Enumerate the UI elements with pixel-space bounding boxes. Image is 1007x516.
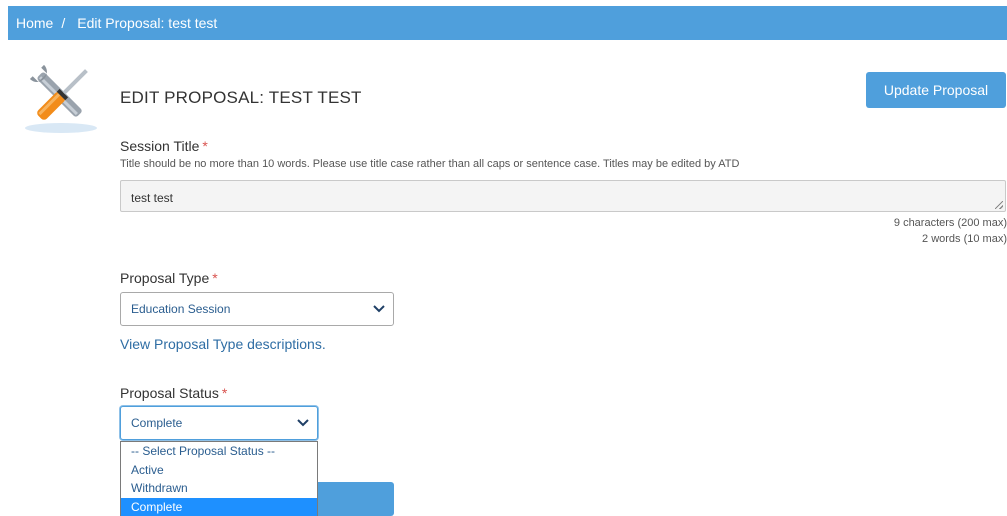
page-title: EDIT PROPOSAL: TEST TEST: [120, 88, 362, 107]
proposal-status-dropdown[interactable]: -- Select Proposal Status -- Active With…: [120, 441, 318, 516]
proposal-status-label: Proposal Status *: [120, 385, 227, 401]
status-option-withdrawn[interactable]: Withdrawn: [121, 479, 317, 498]
proposal-type-selected: Education Session: [131, 302, 231, 316]
breadcrumb: Home / Edit Proposal: test test: [8, 6, 1007, 40]
required-mark: *: [202, 138, 208, 154]
required-mark: *: [221, 385, 228, 401]
session-title-label: Session Title *: [120, 138, 208, 154]
proposal-status-select[interactable]: Complete: [120, 406, 318, 440]
word-count: 2 words (10 max): [922, 233, 1007, 245]
view-proposal-type-descriptions-link[interactable]: View Proposal Type descriptions.: [120, 336, 326, 352]
proposal-type-select[interactable]: Education Session: [120, 292, 394, 326]
breadcrumb-separator: /: [61, 15, 66, 31]
required-mark: *: [212, 270, 218, 286]
proposal-type-label: Proposal Type *: [120, 270, 218, 286]
session-title-input[interactable]: test test: [120, 180, 1006, 212]
session-title-value: test test: [131, 191, 174, 205]
breadcrumb-current: Edit Proposal: test test: [77, 15, 218, 31]
session-title-help: Title should be no more than 10 words. P…: [120, 158, 740, 170]
breadcrumb-home-link[interactable]: Home: [16, 15, 53, 31]
proposal-status-label-text: Proposal Status: [120, 385, 219, 401]
update-proposal-button[interactable]: Update Proposal: [866, 72, 1006, 108]
status-option-placeholder[interactable]: -- Select Proposal Status --: [121, 442, 317, 461]
proposal-type-label-text: Proposal Type: [120, 270, 210, 286]
proposal-status-selected: Complete: [131, 416, 183, 430]
session-title-label-text: Session Title: [120, 138, 200, 154]
chevron-down-icon: [297, 419, 309, 427]
resize-handle-icon[interactable]: [995, 201, 1003, 209]
tools-icon: [18, 56, 104, 136]
status-option-active[interactable]: Active: [121, 461, 317, 480]
chevron-down-icon: [373, 305, 385, 313]
char-count: 9 characters (200 max): [893, 217, 1007, 229]
status-option-complete[interactable]: Complete: [121, 497, 317, 516]
